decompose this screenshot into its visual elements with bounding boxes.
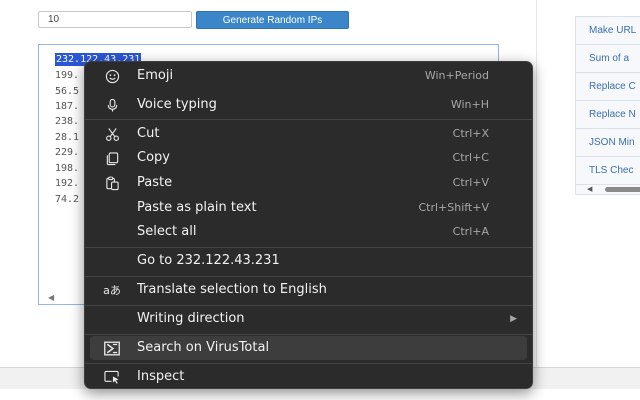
- generate-random-ips-button[interactable]: Generate Random IPs: [196, 11, 349, 29]
- menu-separator: [85, 305, 532, 306]
- copy-icon: [104, 150, 120, 166]
- column-divider: [536, 0, 537, 367]
- menu-separator: [85, 363, 532, 364]
- tool-link-replace-c[interactable]: Replace C: [576, 72, 640, 101]
- scissors-icon: [104, 126, 120, 142]
- menu-item-paste-plain-text[interactable]: Paste as plain text Ctrl+Shift+V: [90, 196, 527, 220]
- menu-item-writing-direction[interactable]: Writing direction ▶: [90, 307, 527, 331]
- menu-item-label: Select all: [137, 224, 197, 239]
- menu-item-shortcut: Win+Period: [424, 69, 489, 82]
- ip-count-input[interactable]: 10: [38, 11, 192, 28]
- menu-item-label: Search on VirusTotal: [137, 340, 270, 355]
- menu-item-cut[interactable]: Cut Ctrl+X: [90, 122, 527, 146]
- tool-link-sum[interactable]: Sum of a: [576, 44, 640, 73]
- menu-item-label: Writing direction: [137, 311, 245, 326]
- ip-line: 56.5: [55, 86, 80, 97]
- menu-item-label: Go to 232.122.43.231: [137, 253, 280, 268]
- tool-link-json-min[interactable]: JSON Min: [576, 128, 640, 157]
- menu-item-shortcut: Ctrl+C: [452, 151, 489, 164]
- microphone-icon: [104, 97, 120, 113]
- menu-item-paste[interactable]: Paste Ctrl+V: [90, 171, 527, 195]
- ip-line: 74.2: [55, 194, 80, 205]
- ip-line: 199.: [55, 70, 80, 81]
- menu-item-voice-typing[interactable]: Voice typing Win+H: [90, 93, 527, 117]
- inspect-icon: [104, 369, 120, 385]
- menu-item-label: Inspect: [137, 369, 185, 384]
- menu-item-shortcut: Ctrl+X: [452, 127, 489, 140]
- menu-item-translate[interactable]: aあ Translate selection to English: [90, 278, 527, 302]
- menu-item-label: Paste: [137, 175, 173, 190]
- menu-item-search-virustotal[interactable]: Search on VirusTotal: [90, 336, 527, 360]
- scroll-left-arrow-icon[interactable]: ◀: [48, 293, 54, 302]
- menu-item-shortcut: Ctrl+A: [452, 225, 489, 238]
- menu-item-label: Emoji: [137, 68, 174, 83]
- menu-item-label: Translate selection to English: [137, 282, 327, 297]
- menu-item-shortcut: Ctrl+V: [452, 176, 489, 189]
- menu-item-label: Copy: [137, 150, 170, 165]
- menu-item-label: Paste as plain text: [137, 200, 257, 215]
- menu-item-copy[interactable]: Copy Ctrl+C: [90, 146, 527, 170]
- submenu-arrow-icon: ▶: [510, 314, 517, 324]
- ip-line: 28.1: [55, 132, 80, 143]
- page-footer-strip: [0, 389, 640, 400]
- translate-icon: aあ: [103, 284, 121, 297]
- tool-link-replace-n[interactable]: Replace N: [576, 100, 640, 129]
- menu-item-label: Voice typing: [137, 97, 217, 112]
- menu-item-shortcut: Win+H: [450, 98, 489, 111]
- context-menu: Emoji Win+Period Voice typing Win+H Cut …: [84, 61, 533, 389]
- emoji-icon: [104, 68, 120, 84]
- menu-item-go-to[interactable]: Go to 232.122.43.231: [90, 249, 527, 273]
- tool-link-make-url[interactable]: Make URL: [576, 16, 640, 45]
- virustotal-icon: [104, 340, 120, 356]
- menu-item-label: Cut: [137, 126, 160, 141]
- menu-separator: [85, 119, 532, 120]
- ip-line: 229.: [55, 147, 80, 158]
- menu-separator: [85, 276, 532, 277]
- tools-horizontal-scrollbar[interactable]: ◀: [576, 185, 640, 195]
- menu-item-inspect[interactable]: Inspect: [90, 365, 527, 389]
- scrollbar-thumb[interactable]: [605, 187, 640, 192]
- tools-sidebar: Make URL Sum of a Replace C Replace N JS…: [575, 16, 640, 195]
- menu-item-select-all[interactable]: Select all Ctrl+A: [90, 220, 527, 244]
- tool-link-tls-check[interactable]: TLS Chec: [576, 156, 640, 185]
- menu-item-shortcut: Ctrl+Shift+V: [418, 201, 489, 214]
- menu-item-emoji[interactable]: Emoji Win+Period: [90, 64, 527, 88]
- ip-line: 238.: [55, 116, 80, 127]
- clipboard-icon: [104, 175, 120, 191]
- menu-separator: [85, 334, 532, 335]
- scroll-left-arrow-icon[interactable]: ◀: [587, 185, 592, 194]
- ip-line: 198.: [55, 163, 80, 174]
- ip-line: 187.: [55, 101, 80, 112]
- menu-separator: [85, 247, 532, 248]
- ip-line: 192.: [55, 178, 80, 189]
